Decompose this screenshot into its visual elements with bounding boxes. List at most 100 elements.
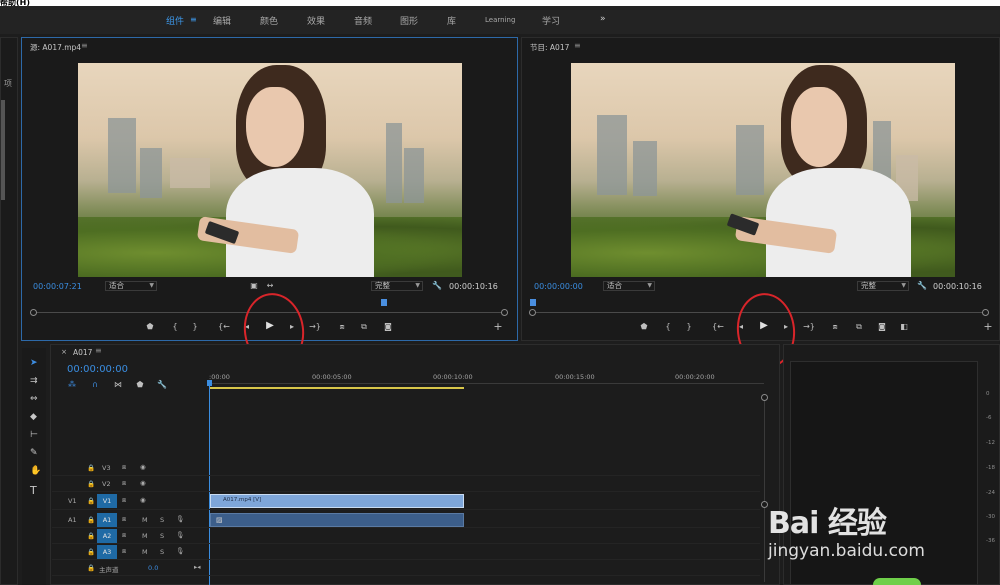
workspace-tab-learning[interactable]: Learning — [485, 16, 515, 24]
source-quality-dropdown[interactable]: 完整 ▼ — [371, 281, 423, 291]
sync-lock-icon[interactable]: ⧈ — [122, 547, 126, 556]
program-quality-dropdown[interactable]: 完整 ▼ — [857, 281, 909, 291]
slip-tool-icon[interactable]: ⊢ — [30, 430, 38, 440]
track-target-a3[interactable]: A3 — [97, 545, 117, 559]
program-playhead[interactable] — [530, 299, 536, 306]
add-marker-icon[interactable]: ⬟ — [135, 380, 145, 390]
microphone-icon[interactable]: 🎙 — [176, 547, 184, 555]
source-add-marker-icon[interactable]: ⬟ — [145, 322, 155, 332]
program-compare-view-icon[interactable]: ◧ — [898, 322, 910, 332]
eye-icon[interactable]: ◉ — [140, 496, 146, 504]
source-add-button-icon[interactable]: + — [492, 321, 504, 332]
lock-icon[interactable]: 🔒 — [87, 548, 95, 556]
timeline-close-icon[interactable]: × — [60, 347, 68, 357]
sync-lock-icon[interactable]: ⧈ — [122, 515, 126, 524]
sync-lock-icon[interactable]: ⧈ — [122, 479, 126, 488]
program-lift-icon[interactable]: ⧈ — [829, 322, 841, 332]
snap-icon[interactable]: ∩ — [90, 380, 100, 390]
workspace-menu-icon[interactable]: ≡ — [190, 15, 197, 25]
lock-icon[interactable]: 🔒 — [87, 464, 95, 472]
workspace-tab-libraries[interactable]: 库 — [447, 14, 456, 27]
lock-icon[interactable]: 🔒 — [87, 532, 95, 540]
timeline-ruler[interactable] — [209, 383, 764, 384]
workspace-tab-graphics[interactable]: 图形 — [400, 14, 418, 27]
workspace-tab-assembly[interactable]: 组件 — [166, 14, 184, 27]
timeline-playhead-handle[interactable] — [207, 380, 212, 386]
track-target-v1[interactable]: V1 — [97, 494, 117, 508]
track-v2-label[interactable]: V2 — [102, 480, 111, 488]
linked-selection-icon[interactable]: ⋈ — [113, 380, 123, 390]
source-go-to-in-icon[interactable]: {← — [218, 322, 230, 332]
program-scrub-start-knob[interactable] — [529, 309, 536, 316]
track-v3-label[interactable]: V3 — [102, 464, 111, 472]
source-scrub-start-knob[interactable] — [30, 309, 37, 316]
source-patch-a1[interactable]: A1 — [68, 516, 77, 524]
eye-icon[interactable]: ◉ — [140, 463, 146, 471]
mute-button[interactable]: M — [142, 516, 148, 524]
source-fit-dropdown[interactable]: 适合 ▼ — [105, 281, 157, 291]
source-current-timecode[interactable]: 00:00:07:21 — [33, 282, 82, 291]
program-current-timecode[interactable]: 00:00:00:00 — [534, 282, 583, 291]
source-mark-in-icon[interactable]: { — [170, 322, 180, 332]
program-export-frame-icon[interactable]: ◙ — [876, 322, 888, 332]
source-monitor-title[interactable]: 源: A017.mp4 — [30, 42, 81, 53]
timeline-vertical-scrollbar[interactable] — [764, 397, 765, 582]
master-volume-value[interactable]: 0.0 — [148, 564, 158, 572]
timeline-timecode[interactable]: 00:00:00:00 — [67, 364, 128, 375]
ripple-edit-tool-icon[interactable]: ⇔ — [30, 394, 38, 404]
track-target-a2[interactable]: A2 — [97, 529, 117, 543]
project-panel-label[interactable]: 项 — [4, 78, 12, 89]
workspace-tab-audio[interactable]: 音频 — [354, 14, 372, 27]
timeline-sequence-name[interactable]: A017 — [73, 348, 92, 357]
go-to-end-icon[interactable]: ▸◂ — [194, 563, 201, 571]
solo-button[interactable]: S — [160, 532, 164, 540]
source-wrench-icon[interactable]: 🔧 — [432, 281, 442, 291]
workspace-tab-edit[interactable]: 编辑 — [213, 14, 231, 27]
program-fit-dropdown[interactable]: 适合 ▼ — [603, 281, 655, 291]
work-area-bar[interactable] — [209, 387, 464, 389]
source-patch-v1[interactable]: V1 — [68, 497, 77, 505]
selection-tool-icon[interactable]: ➤ — [30, 358, 38, 368]
program-mark-out-icon[interactable]: } — [684, 322, 694, 332]
timeline-panel-menu-icon[interactable]: ≡ — [95, 346, 102, 355]
program-go-to-in-icon[interactable]: {← — [712, 322, 724, 332]
workspace-tab-effects[interactable]: 效果 — [307, 14, 325, 27]
solo-button[interactable]: S — [160, 548, 164, 556]
program-monitor-title[interactable]: 节目: A017 — [530, 42, 569, 53]
source-drag-video-icon[interactable]: ↔ — [264, 281, 276, 291]
hand-tool-icon[interactable]: ✋ — [30, 466, 41, 476]
workspace-tab-learn[interactable]: 学习 — [542, 14, 560, 27]
program-add-marker-icon[interactable]: ⬟ — [639, 322, 649, 332]
mute-button[interactable]: M — [142, 532, 148, 540]
scrollbar-top-knob[interactable] — [761, 394, 768, 401]
track-select-tool-icon[interactable]: ⇉ — [30, 376, 38, 386]
lock-icon[interactable]: 🔒 — [87, 497, 95, 505]
solo-button[interactable]: S — [160, 516, 164, 524]
more-workspaces-icon[interactable]: » — [600, 14, 606, 24]
track-target-a1[interactable]: A1 — [97, 513, 117, 527]
sync-lock-icon[interactable]: ⧈ — [122, 496, 126, 505]
scrollbar-mid-knob[interactable] — [761, 501, 768, 508]
source-overwrite-icon[interactable]: ⧉ — [358, 322, 370, 332]
program-wrench-icon[interactable]: 🔧 — [917, 281, 927, 291]
program-panel-menu-icon[interactable]: ≡ — [574, 41, 581, 50]
source-export-frame-icon[interactable]: ◙ — [382, 322, 394, 332]
timeline-settings-icon[interactable]: 🔧 — [157, 380, 167, 390]
type-tool-icon[interactable]: T — [30, 484, 37, 497]
lock-icon[interactable]: 🔒 — [87, 564, 95, 572]
source-panel-menu-icon[interactable]: ≡ — [81, 41, 88, 50]
source-scrub-end-knob[interactable] — [501, 309, 508, 316]
microphone-icon[interactable]: 🎙 — [176, 515, 184, 523]
sync-lock-icon[interactable]: ⧈ — [122, 463, 126, 472]
program-extract-icon[interactable]: ⧉ — [853, 322, 865, 332]
lock-icon[interactable]: 🔒 — [87, 480, 95, 488]
microphone-icon[interactable]: 🎙 — [176, 531, 184, 539]
source-mark-out-icon[interactable]: } — [190, 322, 200, 332]
lock-icon[interactable]: 🔒 — [87, 516, 95, 524]
program-go-to-out-icon[interactable]: →} — [803, 322, 815, 332]
pen-tool-icon[interactable]: ✎ — [30, 448, 38, 458]
source-insert-icon[interactable]: ⧈ — [336, 322, 348, 332]
audio-clip[interactable]: ▨ — [210, 513, 464, 527]
nest-sequence-icon[interactable]: ⁂ — [67, 380, 77, 390]
mute-button[interactable]: M — [142, 548, 148, 556]
